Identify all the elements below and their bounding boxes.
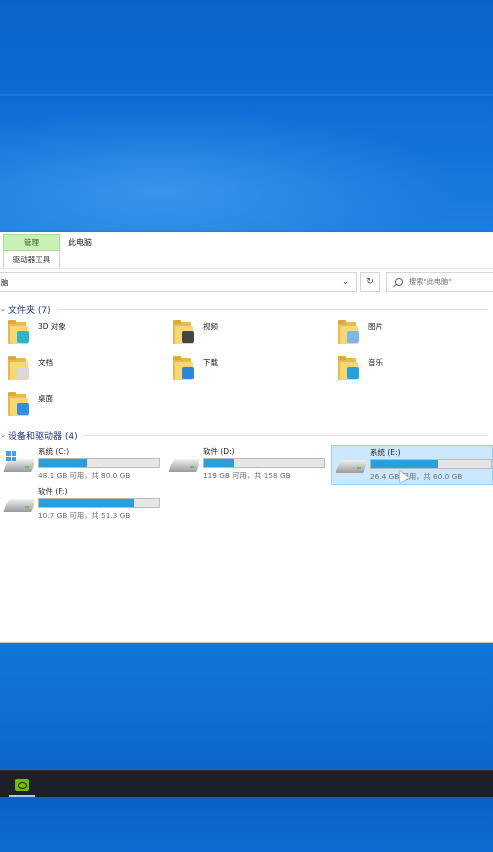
3d-objects-folder-icon bbox=[8, 320, 30, 346]
collapse-chevron-icon: ⌄ bbox=[0, 305, 6, 313]
section-divider bbox=[84, 435, 488, 436]
hard-drive-icon bbox=[3, 499, 35, 513]
desktop-wallpaper-floor bbox=[0, 797, 493, 852]
desktop-wallpaper-bottom bbox=[0, 643, 493, 770]
ribbon: 管理 驱动器工具 此电脑 bbox=[0, 232, 493, 269]
drive-free-space: 10.7 GB 可用，共 51.3 GB bbox=[38, 511, 131, 520]
folder-item[interactable]: 视频 bbox=[165, 317, 265, 351]
drive-usage-bar bbox=[38, 498, 160, 508]
drive-usage-bar bbox=[370, 459, 492, 469]
folder-item[interactable]: 图片 bbox=[330, 317, 430, 351]
music-folder-icon bbox=[338, 356, 360, 382]
windows-logo-icon bbox=[6, 451, 16, 461]
drive-free-space: 26.4 GB 可用，共 60.0 GB bbox=[370, 472, 463, 481]
wallpaper-band bbox=[0, 94, 493, 96]
hard-drive-icon bbox=[168, 459, 200, 473]
drive-usage-fill bbox=[371, 460, 439, 468]
section-divider bbox=[58, 309, 488, 310]
drive-item[interactable]: 系统 (E:) 26.4 GB 可用，共 60.0 GB bbox=[331, 445, 493, 485]
drive-item[interactable]: 软件 (D:) 119 GB 可用，共 158 GB bbox=[165, 445, 325, 485]
tab-manage[interactable]: 管理 bbox=[3, 234, 60, 251]
drive-free-space: 48.1 GB 可用，共 80.0 GB bbox=[38, 471, 131, 480]
drive-name: 软件 (D:) bbox=[203, 447, 235, 456]
drive-usage-bar bbox=[203, 458, 325, 468]
refresh-icon: ↻ bbox=[366, 277, 374, 287]
folder-item[interactable]: 桌面 bbox=[0, 389, 100, 423]
drive-name: 软件 (F:) bbox=[38, 487, 68, 496]
folder-label: 下载 bbox=[203, 358, 218, 367]
folder-item[interactable]: 文档 bbox=[0, 353, 100, 387]
search-input[interactable]: 搜索"此电脑" bbox=[386, 272, 493, 292]
devices-section-header[interactable]: ⌄ 设备和驱动器 (4) bbox=[0, 428, 493, 442]
folder-label: 3D 对象 bbox=[38, 322, 66, 331]
devices-header-label: 设备和驱动器 (4) bbox=[8, 431, 78, 442]
pictures-folder-icon bbox=[338, 320, 360, 346]
folders-section-header[interactable]: ⌄ 文件夹 (7) bbox=[0, 302, 493, 316]
drive-usage-bar bbox=[38, 458, 160, 468]
search-placeholder: 搜索"此电脑" bbox=[409, 277, 452, 286]
folder-item[interactable]: 下载 bbox=[165, 353, 265, 387]
address-text: 脑 bbox=[1, 277, 9, 287]
drive-free-space: 119 GB 可用，共 158 GB bbox=[203, 471, 291, 480]
refresh-button[interactable]: ↻ bbox=[360, 272, 380, 292]
folder-label: 视频 bbox=[203, 322, 218, 331]
hard-drive-icon bbox=[335, 460, 367, 474]
documents-folder-icon bbox=[8, 356, 30, 382]
drive-item[interactable]: 系统 (C:) 48.1 GB 可用，共 80.0 GB bbox=[0, 445, 160, 485]
drive-usage-fill bbox=[204, 459, 234, 467]
system-drive-icon bbox=[3, 451, 35, 473]
drive-item[interactable]: 软件 (F:) 10.7 GB 可用，共 51.3 GB bbox=[0, 485, 160, 525]
folder-label: 图片 bbox=[368, 322, 383, 331]
desktop-wallpaper-top bbox=[0, 0, 493, 232]
drive-usage-fill bbox=[39, 499, 134, 507]
folders-header-label: 文件夹 (7) bbox=[8, 305, 51, 316]
folder-label: 音乐 bbox=[368, 358, 383, 367]
folder-label: 文档 bbox=[38, 358, 53, 367]
folder-item[interactable]: 3D 对象 bbox=[0, 317, 100, 351]
drive-name: 系统 (C:) bbox=[38, 447, 69, 456]
videos-folder-icon bbox=[173, 320, 195, 346]
navigation-bar: 脑 ⌄ ↻ 搜索"此电脑" bbox=[0, 272, 493, 294]
downloads-folder-icon bbox=[173, 356, 195, 382]
taskbar bbox=[0, 770, 493, 797]
window-title: 此电脑 bbox=[68, 238, 92, 247]
drive-name: 系统 (E:) bbox=[370, 448, 401, 457]
drive-usage-fill bbox=[39, 459, 87, 467]
folder-item[interactable]: 音乐 bbox=[330, 353, 430, 387]
nvidia-icon bbox=[15, 778, 29, 791]
search-icon bbox=[395, 278, 403, 286]
drive-tools-label[interactable]: 驱动器工具 bbox=[3, 251, 60, 267]
address-dropdown-icon[interactable]: ⌄ bbox=[342, 277, 349, 286]
taskbar-app-nvidia[interactable] bbox=[9, 771, 35, 798]
folder-label: 桌面 bbox=[38, 394, 53, 403]
file-explorer-window: 管理 驱动器工具 此电脑 脑 ⌄ ↻ 搜索"此电脑" ⌄ 文件夹 (7) 3D … bbox=[0, 232, 493, 643]
desktop-folder-icon bbox=[8, 392, 30, 418]
address-bar[interactable]: 脑 bbox=[0, 272, 357, 292]
collapse-chevron-icon: ⌄ bbox=[0, 431, 6, 439]
